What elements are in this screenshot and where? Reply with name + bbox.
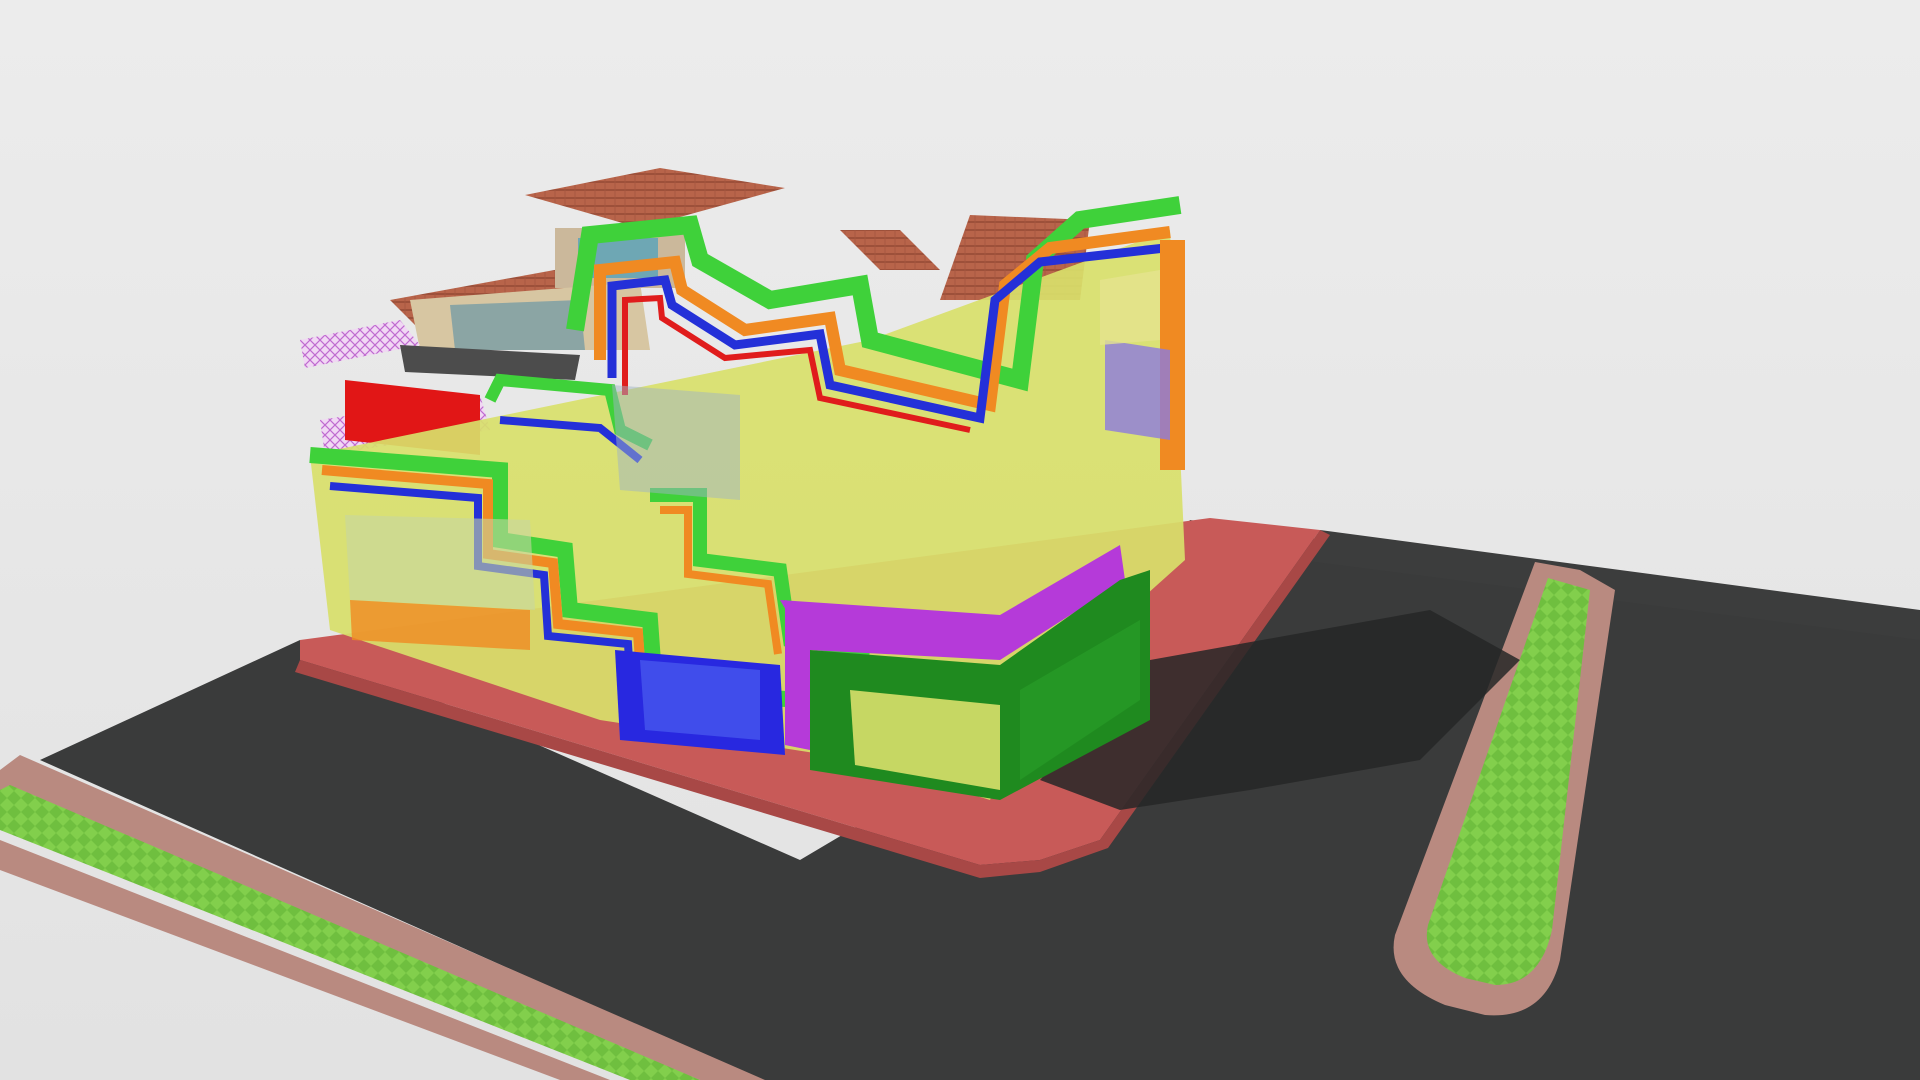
scene-canvas[interactable] bbox=[0, 0, 1920, 1080]
3d-viewport[interactable] bbox=[0, 0, 1920, 1080]
